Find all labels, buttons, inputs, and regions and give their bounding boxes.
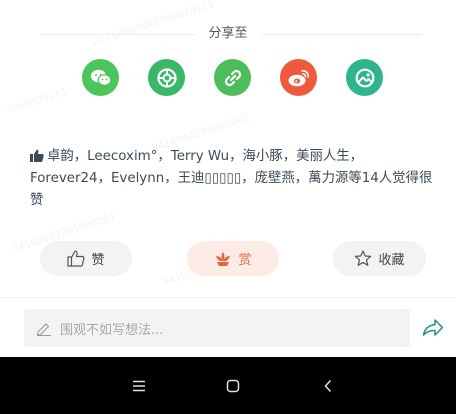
share-weibo-button[interactable]	[280, 59, 317, 96]
likes-text: 卓韵，Leecoxim°，Terry Wu，海小豚，美丽人生，Forever24…	[30, 149, 433, 208]
thumbs-up-icon	[30, 149, 44, 162]
back-icon	[324, 379, 332, 393]
like-label: 赞	[91, 253, 105, 268]
system-nav-bar	[0, 357, 456, 414]
likes-summary: 卓韵，Leecoxim°，Terry Wu，海小豚，美丽人生，Forever24…	[30, 146, 435, 212]
reward-button[interactable]: 赏	[187, 241, 279, 276]
like-button[interactable]: 赞	[40, 241, 132, 276]
home-button[interactable]	[221, 374, 245, 398]
comment-input[interactable]: 围观不如写想法...	[24, 309, 410, 347]
weibo-icon	[288, 69, 309, 86]
reward-label: 赏	[238, 253, 252, 268]
wechat-icon	[90, 69, 111, 86]
divider-line	[262, 34, 422, 35]
share-moments-button[interactable]	[148, 59, 185, 96]
collect-label: 收藏	[378, 253, 405, 268]
share-header: 分享至	[0, 24, 456, 44]
section-divider	[0, 297, 456, 298]
pen-icon	[36, 321, 52, 336]
home-icon	[226, 379, 240, 393]
menu-icon	[133, 380, 145, 392]
star-icon	[354, 250, 372, 267]
comment-placeholder: 围观不如写想法...	[60, 322, 164, 338]
collect-button[interactable]: 收藏	[333, 241, 426, 276]
back-button[interactable]	[316, 374, 340, 398]
send-button[interactable]	[422, 318, 444, 341]
thumbs-up-icon	[67, 250, 85, 267]
share-wechat-button[interactable]	[82, 59, 119, 96]
menu-button[interactable]	[127, 374, 151, 398]
share-link-button[interactable]	[214, 59, 251, 96]
link-icon	[224, 69, 241, 86]
share-other-button[interactable]	[346, 59, 383, 96]
send-icon	[422, 319, 444, 336]
moments-icon	[156, 67, 177, 88]
lotus-icon	[214, 251, 232, 267]
landscape-icon	[355, 68, 374, 87]
